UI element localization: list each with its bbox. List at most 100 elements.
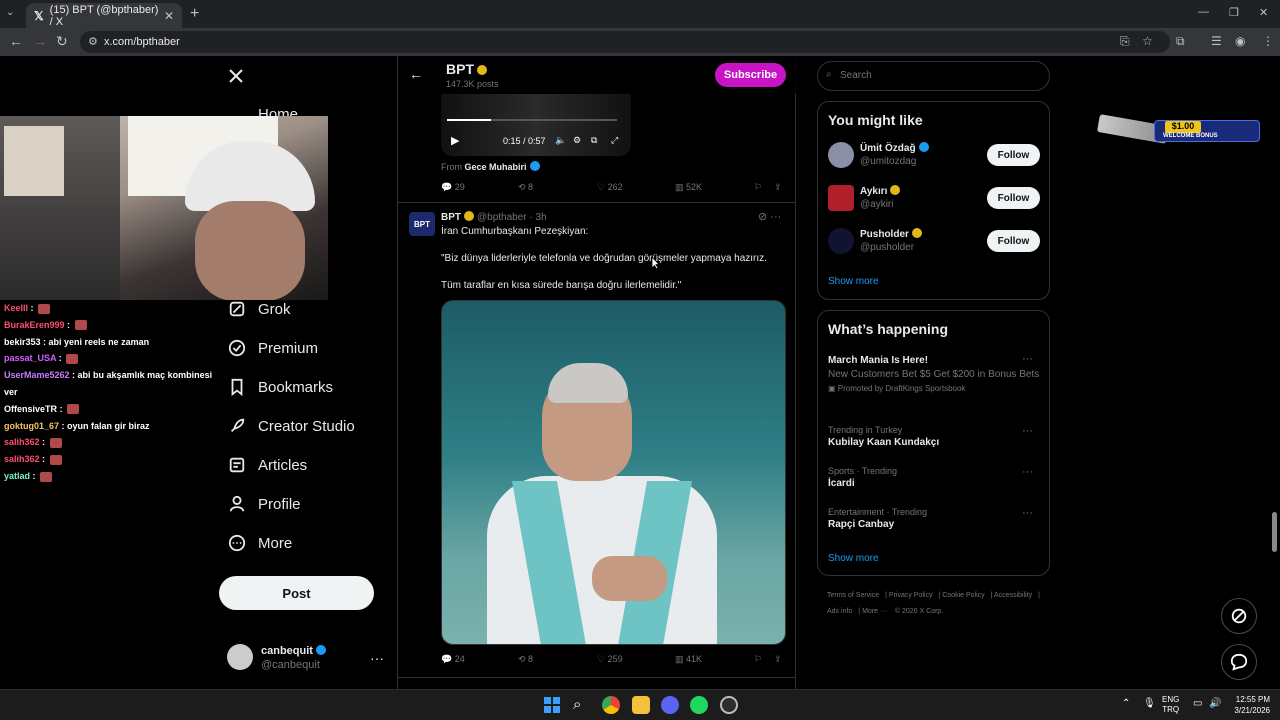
scrollbar-thumb[interactable] (1272, 512, 1277, 552)
discord-icon[interactable] (661, 696, 679, 714)
chat-username[interactable]: salih362 (4, 437, 40, 447)
tray-chevron-icon[interactable]: ⌃ (1122, 698, 1130, 709)
bookmark-tweet-icon[interactable]: ⚐ (754, 654, 762, 665)
trend-more-icon[interactable]: ··· (1022, 466, 1033, 478)
views-button[interactable]: ▥ 52K (675, 182, 702, 193)
chat-username[interactable]: OffensiveTR (4, 404, 57, 414)
chat-username[interactable]: salih362 (4, 454, 40, 464)
chat-username[interactable]: passat_USA (4, 353, 56, 363)
volume-icon[interactable]: 🔊 (1209, 698, 1221, 709)
chat-username[interactable]: bekir353 (4, 337, 41, 347)
site-info-icon[interactable]: ⚙ (88, 35, 98, 48)
trend-item[interactable]: Entertainment · Trending Rapçi Canbay ··… (828, 507, 1041, 530)
video-player[interactable]: ▶ 0:15 / 0:57 🔈 ⚙ ⧉ ⤢ (441, 94, 631, 156)
chrome-icon[interactable] (602, 696, 620, 714)
chat-username[interactable]: Keelll (4, 303, 28, 313)
footer-link[interactable]: Terms of Service (827, 592, 879, 599)
browser-tab[interactable]: 𝕏 (15) BPT (@bpthaber) / X ✕ (26, 3, 182, 28)
suggestion-aykiri[interactable]: Aykırı @aykiri Follow (828, 185, 1041, 215)
share-icon[interactable]: ⇪ (774, 182, 782, 193)
repost-button[interactable]: ⟲ 8 (518, 182, 533, 193)
account-more-icon[interactable]: ··· (370, 650, 384, 666)
subscribe-button[interactable]: Subscribe (715, 63, 786, 87)
search-input[interactable]: ⌕ Search (817, 61, 1050, 91)
chat-username[interactable]: BurakEren999 (4, 320, 65, 330)
video-progress[interactable] (447, 119, 617, 121)
reload-icon[interactable]: ↻ (56, 33, 68, 50)
chrome-menu-icon[interactable]: ⋮ (1262, 34, 1274, 48)
nav-creator-studio[interactable]: Creator Studio (228, 417, 355, 435)
chat-username[interactable]: yatlad (4, 471, 30, 481)
like-button[interactable]: ♡ 262 (597, 182, 623, 193)
nav-articles[interactable]: Articles (228, 456, 307, 474)
tweet-more-icon[interactable]: ··· (770, 211, 781, 223)
bookmark-star-icon[interactable]: ☆ (1142, 34, 1153, 48)
follow-button[interactable]: Follow (987, 230, 1040, 252)
trend-item[interactable]: March Mania Is Here! New Customers Bet $… (828, 353, 1041, 393)
address-bar[interactable]: ⚙ x.com/bpthaber (80, 31, 1170, 53)
trend-more-icon[interactable]: ··· (1022, 353, 1033, 365)
forward-icon[interactable]: → (33, 33, 47, 49)
trend-item[interactable]: Trending in Turkey Kubilay Kaan Kundakçı… (828, 425, 1041, 448)
account-switcher[interactable]: canbequit @canbequit ··· (227, 644, 387, 674)
trend-more-icon[interactable]: ··· (1022, 425, 1033, 437)
reply-button[interactable]: 💬 29 (441, 182, 465, 193)
back-arrow-icon[interactable]: ← (409, 66, 423, 82)
extensions-icon[interactable]: ⧉ (1176, 34, 1185, 49)
spotify-icon[interactable] (690, 696, 708, 714)
close-tab-icon[interactable]: ✕ (164, 9, 174, 23)
trend-item[interactable]: Sports · Trending İcardi ··· (828, 466, 1041, 489)
settings-icon[interactable]: ⚙ (573, 135, 581, 146)
footer-link[interactable]: Accessibility (994, 592, 1032, 599)
share-icon[interactable]: ⇪ (774, 654, 782, 665)
close-window-icon[interactable]: ✕ (1259, 6, 1268, 19)
show-more-link[interactable]: Show more (828, 276, 879, 287)
restore-icon[interactable]: ❐ (1229, 6, 1239, 19)
tab-search-icon[interactable]: ⌄ (6, 7, 14, 18)
footer-link[interactable]: Cookie Policy (942, 592, 984, 599)
search-icon[interactable]: ⌕ (573, 696, 591, 714)
minimize-icon[interactable]: — (1198, 6, 1209, 18)
footer-link[interactable]: Privacy Policy (889, 592, 933, 599)
suggestion-umit[interactable]: Ümit Özdağ @umitozdag Follow (828, 142, 1041, 172)
tweet-author[interactable]: BPT (441, 212, 461, 223)
language-indicator[interactable]: ENG TRQ (1162, 695, 1179, 715)
nav-more[interactable]: More (228, 534, 292, 552)
volume-icon[interactable]: 🔈 (555, 135, 566, 146)
reply-button[interactable]: 💬 24 (441, 654, 465, 665)
nav-bookmarks[interactable]: Bookmarks (228, 378, 333, 396)
follow-button[interactable]: Follow (987, 187, 1040, 209)
like-button[interactable]: ♡ 259 (597, 654, 623, 665)
nav-premium[interactable]: Premium (228, 339, 318, 357)
repost-button[interactable]: ⟲ 8 (518, 654, 533, 665)
page-scrollbar[interactable] (1268, 56, 1280, 689)
messages-fab[interactable] (1221, 644, 1257, 680)
x-home-logo-icon[interactable] (228, 68, 244, 84)
clock[interactable]: 12:55 PM 3/21/2026 (1226, 694, 1270, 716)
back-icon[interactable]: ← (9, 33, 23, 49)
source-name[interactable]: Gece Muhabiri (465, 162, 527, 172)
display-icon[interactable]: ▭ (1193, 698, 1202, 709)
bookmark-tweet-icon[interactable]: ⚐ (754, 182, 762, 193)
pip-icon[interactable]: ⧉ (591, 135, 597, 146)
avatar[interactable]: BPT (409, 212, 435, 236)
tweet-photo[interactable] (441, 300, 786, 645)
obs-icon[interactable] (720, 696, 738, 714)
nav-profile[interactable]: Profile (228, 495, 301, 513)
install-icon[interactable]: ⎘ (1120, 34, 1130, 49)
footer-link[interactable]: Ads info (827, 608, 852, 615)
follow-button[interactable]: Follow (987, 144, 1040, 166)
windows-start-icon[interactable] (543, 696, 561, 714)
grok-icon[interactable]: ⊘ (758, 211, 767, 223)
footer-link[interactable]: More ··· (862, 608, 887, 615)
views-button[interactable]: ▥ 41K (675, 654, 702, 665)
play-icon[interactable]: ▶ (451, 134, 459, 147)
new-tab-icon[interactable]: + (190, 5, 199, 23)
suggestion-pusholder[interactable]: Pusholder @pusholder Follow (828, 228, 1041, 258)
chat-username[interactable]: goktug01_67 (4, 421, 59, 431)
nav-grok[interactable]: Grok (228, 300, 291, 318)
grok-fab[interactable] (1221, 598, 1257, 634)
fullscreen-icon[interactable]: ⤢ (611, 135, 618, 146)
reading-list-icon[interactable]: ☰ (1211, 34, 1222, 48)
post-button[interactable]: Post (219, 576, 374, 610)
